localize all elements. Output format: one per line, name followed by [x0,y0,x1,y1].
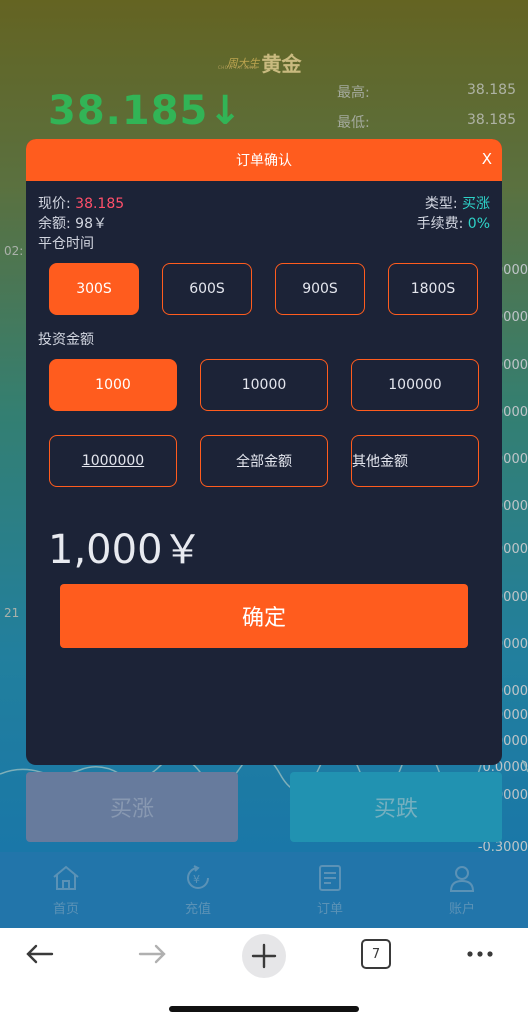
close-icon[interactable]: X [482,150,492,168]
modal-title: 订单确认 [236,153,292,169]
tab-count: 7 [371,946,381,962]
time-option-1800s[interactable]: 1800S [388,263,478,315]
forward-arrow-icon[interactable] [134,936,170,972]
amount-option-100000[interactable]: 100000 [351,359,479,411]
amount-option-other[interactable]: 其他金额 [351,435,479,487]
tab-count-button[interactable]: 7 [361,939,391,969]
amount-option-1000000[interactable]: 1000000 [49,435,177,487]
amount-option-all[interactable]: 全部金额 [200,435,328,487]
more-dots-icon[interactable] [462,936,498,972]
amount-label: 投资金额 [38,332,94,348]
modal-header: 订单确认 X [26,139,502,181]
current-price-row: 现价: 38.185 [38,193,124,213]
fee-value: 0% [467,216,490,232]
type-row: 类型: 买涨 [425,193,490,213]
amount-option-1000[interactable]: 1000 [49,359,177,411]
fee-label: 手续费: [416,216,468,232]
amount-option-10000[interactable]: 10000 [200,359,328,411]
amount-display: 1,000￥ [48,527,203,573]
close-time-label: 平仓时间 [38,236,94,252]
type-label: 类型: [424,196,462,212]
time-option-900s[interactable]: 900S [275,263,365,315]
confirm-button[interactable]: 确定 [60,584,468,648]
current-price-label: 现价: [38,196,76,212]
fee-row: 手续费: 0% [417,213,490,233]
time-option-300s[interactable]: 300S [49,263,139,315]
balance-row: 余额: 98￥ [38,213,107,233]
time-option-600s[interactable]: 600S [162,263,252,315]
order-confirm-modal: 订单确认 X 现价: 38.185 余额: 98￥ 类型: 买涨 手续费: 0%… [26,139,502,765]
home-indicator [169,1006,359,1012]
amount-option-1000000-label: 1000000 [81,453,145,469]
current-price-value: 38.185 [75,196,125,212]
balance-value: 98￥ [75,216,107,232]
new-tab-plus-icon[interactable] [240,932,288,980]
type-value: 买涨 [462,196,490,212]
balance-label: 余额: [38,216,76,232]
back-arrow-icon[interactable] [22,936,58,972]
